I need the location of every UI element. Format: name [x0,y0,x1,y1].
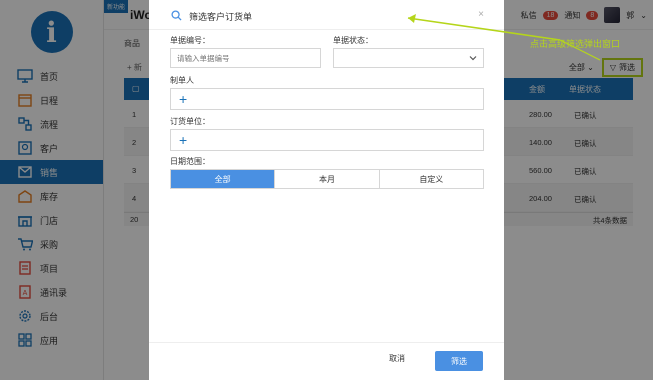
close-icon[interactable]: × [478,9,484,20]
search-icon [171,10,182,21]
modal-header: 筛选客户订货单 × [149,0,504,30]
date-option-month[interactable]: 本月 [274,170,378,188]
unit-label: 订货单位： [170,117,210,126]
order-no-label: 单据编号： [170,36,210,45]
cancel-button[interactable]: 取消 [389,353,405,364]
plus-icon: + [179,132,188,148]
modal-footer: 取消 筛选 [149,342,504,380]
unit-picker[interactable]: + [170,129,484,151]
date-option-custom[interactable]: 自定义 [378,170,483,188]
status-label: 单据状态： [333,36,373,45]
date-range-segmented: 全部 本月 自定义 [170,169,484,189]
date-option-all[interactable]: 全部 [171,170,275,188]
filter-modal: 筛选客户订货单 × 单据编号： 单据状态： 制单人 + 订货单位： + 日期范围… [149,0,504,380]
date-range-label: 日期范围： [170,157,210,166]
status-select[interactable] [333,48,484,68]
plus-icon: + [179,91,188,107]
creator-label: 制单人 [170,76,194,85]
annotation-text: 点击高级筛选弹出窗口 [530,39,621,49]
modal-title: 筛选客户订货单 [189,12,253,22]
filter-submit-button[interactable]: 筛选 [435,351,483,371]
order-no-input[interactable] [170,48,321,68]
chevron-down-icon [469,56,477,61]
creator-picker[interactable]: + [170,88,484,110]
